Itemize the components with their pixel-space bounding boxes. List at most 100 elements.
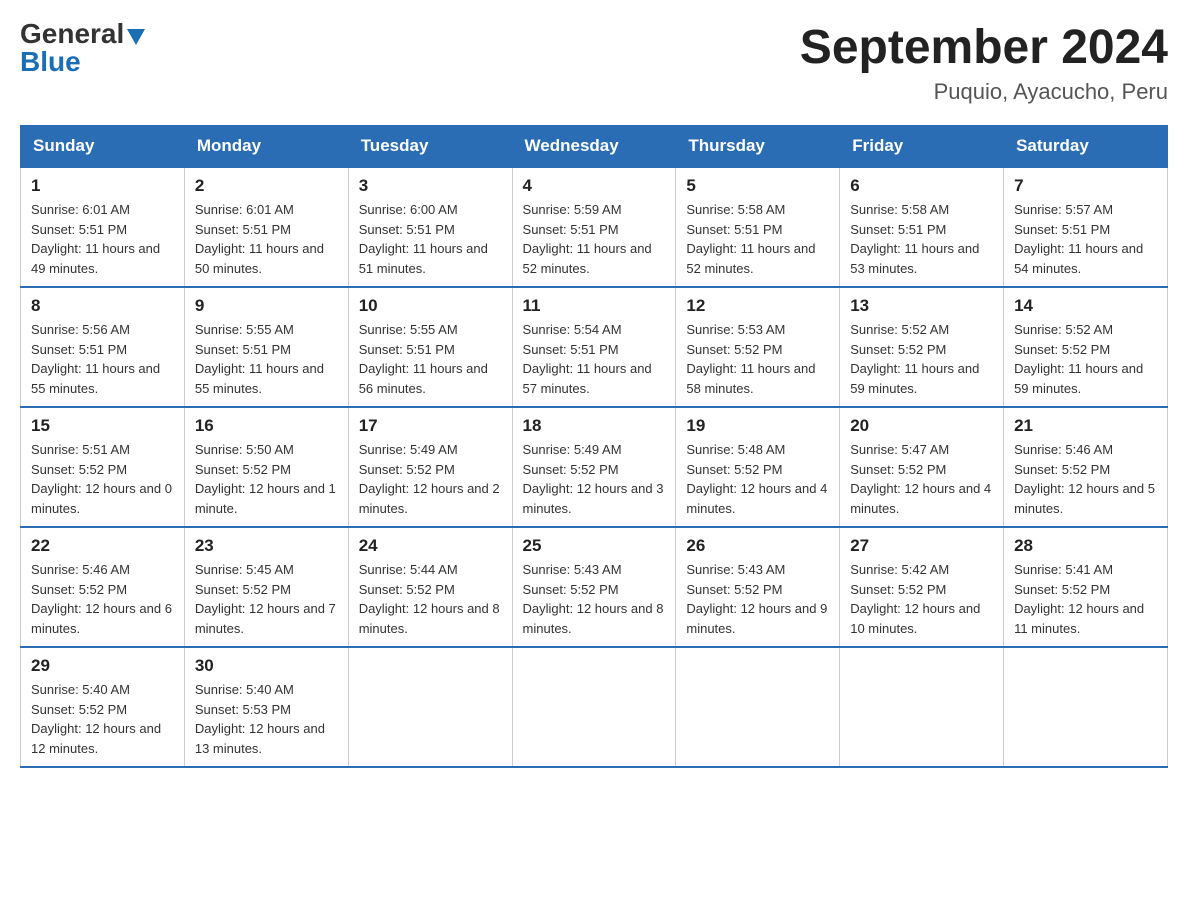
daylight-label: Daylight: 12 hours and 3 minutes. bbox=[523, 481, 664, 516]
table-row: 11 Sunrise: 5:54 AM Sunset: 5:51 PM Dayl… bbox=[512, 287, 676, 407]
title-block: September 2024 Puquio, Ayacucho, Peru bbox=[800, 20, 1168, 105]
day-info: Sunrise: 5:43 AM Sunset: 5:52 PM Dayligh… bbox=[686, 560, 829, 638]
sunset-label: Sunset: 5:51 PM bbox=[359, 342, 455, 357]
day-number: 29 bbox=[31, 656, 174, 676]
page-header: General Blue September 2024 Puquio, Ayac… bbox=[20, 20, 1168, 105]
day-number: 23 bbox=[195, 536, 338, 556]
daylight-label: Daylight: 11 hours and 57 minutes. bbox=[523, 361, 652, 396]
daylight-label: Daylight: 12 hours and 10 minutes. bbox=[850, 601, 980, 636]
day-info: Sunrise: 5:58 AM Sunset: 5:51 PM Dayligh… bbox=[686, 200, 829, 278]
day-number: 6 bbox=[850, 176, 993, 196]
day-number: 4 bbox=[523, 176, 666, 196]
daylight-label: Daylight: 12 hours and 9 minutes. bbox=[686, 601, 827, 636]
day-number: 8 bbox=[31, 296, 174, 316]
day-info: Sunrise: 5:57 AM Sunset: 5:51 PM Dayligh… bbox=[1014, 200, 1157, 278]
sunrise-label: Sunrise: 5:49 AM bbox=[523, 442, 622, 457]
day-number: 5 bbox=[686, 176, 829, 196]
daylight-label: Daylight: 12 hours and 7 minutes. bbox=[195, 601, 336, 636]
table-row: 26 Sunrise: 5:43 AM Sunset: 5:52 PM Dayl… bbox=[676, 527, 840, 647]
day-info: Sunrise: 6:01 AM Sunset: 5:51 PM Dayligh… bbox=[31, 200, 174, 278]
day-number: 26 bbox=[686, 536, 829, 556]
day-info: Sunrise: 5:40 AM Sunset: 5:53 PM Dayligh… bbox=[195, 680, 338, 758]
calendar-week-row: 29 Sunrise: 5:40 AM Sunset: 5:52 PM Dayl… bbox=[21, 647, 1168, 767]
day-info: Sunrise: 5:46 AM Sunset: 5:52 PM Dayligh… bbox=[31, 560, 174, 638]
logo-arrow-icon bbox=[127, 29, 145, 45]
calendar-week-row: 1 Sunrise: 6:01 AM Sunset: 5:51 PM Dayli… bbox=[21, 167, 1168, 287]
day-number: 3 bbox=[359, 176, 502, 196]
sunset-label: Sunset: 5:51 PM bbox=[31, 222, 127, 237]
daylight-label: Daylight: 12 hours and 8 minutes. bbox=[523, 601, 664, 636]
day-info: Sunrise: 6:00 AM Sunset: 5:51 PM Dayligh… bbox=[359, 200, 502, 278]
table-row: 4 Sunrise: 5:59 AM Sunset: 5:51 PM Dayli… bbox=[512, 167, 676, 287]
sunset-label: Sunset: 5:52 PM bbox=[31, 462, 127, 477]
table-row: 12 Sunrise: 5:53 AM Sunset: 5:52 PM Dayl… bbox=[676, 287, 840, 407]
sunset-label: Sunset: 5:52 PM bbox=[686, 582, 782, 597]
table-row: 10 Sunrise: 5:55 AM Sunset: 5:51 PM Dayl… bbox=[348, 287, 512, 407]
table-row bbox=[676, 647, 840, 767]
daylight-label: Daylight: 12 hours and 4 minutes. bbox=[850, 481, 991, 516]
logo-general-text: General bbox=[20, 20, 124, 48]
day-info: Sunrise: 5:46 AM Sunset: 5:52 PM Dayligh… bbox=[1014, 440, 1157, 518]
sunset-label: Sunset: 5:51 PM bbox=[523, 342, 619, 357]
day-info: Sunrise: 5:49 AM Sunset: 5:52 PM Dayligh… bbox=[523, 440, 666, 518]
sunrise-label: Sunrise: 6:01 AM bbox=[195, 202, 294, 217]
sunrise-label: Sunrise: 5:45 AM bbox=[195, 562, 294, 577]
day-number: 2 bbox=[195, 176, 338, 196]
logo: General Blue bbox=[20, 20, 145, 76]
day-info: Sunrise: 5:56 AM Sunset: 5:51 PM Dayligh… bbox=[31, 320, 174, 398]
sunset-label: Sunset: 5:52 PM bbox=[359, 582, 455, 597]
daylight-label: Daylight: 11 hours and 59 minutes. bbox=[1014, 361, 1143, 396]
sunrise-label: Sunrise: 5:42 AM bbox=[850, 562, 949, 577]
table-row: 15 Sunrise: 5:51 AM Sunset: 5:52 PM Dayl… bbox=[21, 407, 185, 527]
daylight-label: Daylight: 12 hours and 6 minutes. bbox=[31, 601, 172, 636]
table-row: 3 Sunrise: 6:00 AM Sunset: 5:51 PM Dayli… bbox=[348, 167, 512, 287]
sunset-label: Sunset: 5:52 PM bbox=[850, 462, 946, 477]
day-info: Sunrise: 5:48 AM Sunset: 5:52 PM Dayligh… bbox=[686, 440, 829, 518]
sunset-label: Sunset: 5:51 PM bbox=[195, 222, 291, 237]
day-info: Sunrise: 5:52 AM Sunset: 5:52 PM Dayligh… bbox=[850, 320, 993, 398]
day-info: Sunrise: 5:45 AM Sunset: 5:52 PM Dayligh… bbox=[195, 560, 338, 638]
sunrise-label: Sunrise: 5:41 AM bbox=[1014, 562, 1113, 577]
sunrise-label: Sunrise: 5:54 AM bbox=[523, 322, 622, 337]
sunset-label: Sunset: 5:52 PM bbox=[686, 462, 782, 477]
sunrise-label: Sunrise: 5:49 AM bbox=[359, 442, 458, 457]
day-number: 17 bbox=[359, 416, 502, 436]
sunset-label: Sunset: 5:51 PM bbox=[1014, 222, 1110, 237]
sunrise-label: Sunrise: 5:56 AM bbox=[31, 322, 130, 337]
table-row bbox=[512, 647, 676, 767]
col-header-thursday: Thursday bbox=[676, 126, 840, 168]
sunset-label: Sunset: 5:51 PM bbox=[523, 222, 619, 237]
col-header-monday: Monday bbox=[184, 126, 348, 168]
table-row bbox=[1004, 647, 1168, 767]
table-row: 16 Sunrise: 5:50 AM Sunset: 5:52 PM Dayl… bbox=[184, 407, 348, 527]
table-row: 6 Sunrise: 5:58 AM Sunset: 5:51 PM Dayli… bbox=[840, 167, 1004, 287]
day-info: Sunrise: 5:49 AM Sunset: 5:52 PM Dayligh… bbox=[359, 440, 502, 518]
table-row: 5 Sunrise: 5:58 AM Sunset: 5:51 PM Dayli… bbox=[676, 167, 840, 287]
sunrise-label: Sunrise: 5:51 AM bbox=[31, 442, 130, 457]
sunrise-label: Sunrise: 5:44 AM bbox=[359, 562, 458, 577]
sunrise-label: Sunrise: 5:57 AM bbox=[1014, 202, 1113, 217]
day-number: 18 bbox=[523, 416, 666, 436]
sunrise-label: Sunrise: 5:58 AM bbox=[850, 202, 949, 217]
day-number: 22 bbox=[31, 536, 174, 556]
sunrise-label: Sunrise: 5:43 AM bbox=[523, 562, 622, 577]
daylight-label: Daylight: 12 hours and 8 minutes. bbox=[359, 601, 500, 636]
day-number: 13 bbox=[850, 296, 993, 316]
table-row: 8 Sunrise: 5:56 AM Sunset: 5:51 PM Dayli… bbox=[21, 287, 185, 407]
day-number: 27 bbox=[850, 536, 993, 556]
sunrise-label: Sunrise: 5:47 AM bbox=[850, 442, 949, 457]
month-title: September 2024 bbox=[800, 20, 1168, 75]
sunrise-label: Sunrise: 5:43 AM bbox=[686, 562, 785, 577]
sunrise-label: Sunrise: 5:50 AM bbox=[195, 442, 294, 457]
day-number: 16 bbox=[195, 416, 338, 436]
day-number: 11 bbox=[523, 296, 666, 316]
location-title: Puquio, Ayacucho, Peru bbox=[800, 79, 1168, 105]
table-row: 17 Sunrise: 5:49 AM Sunset: 5:52 PM Dayl… bbox=[348, 407, 512, 527]
day-info: Sunrise: 5:53 AM Sunset: 5:52 PM Dayligh… bbox=[686, 320, 829, 398]
table-row: 25 Sunrise: 5:43 AM Sunset: 5:52 PM Dayl… bbox=[512, 527, 676, 647]
table-row: 1 Sunrise: 6:01 AM Sunset: 5:51 PM Dayli… bbox=[21, 167, 185, 287]
sunset-label: Sunset: 5:52 PM bbox=[1014, 582, 1110, 597]
table-row bbox=[840, 647, 1004, 767]
daylight-label: Daylight: 11 hours and 50 minutes. bbox=[195, 241, 324, 276]
table-row: 24 Sunrise: 5:44 AM Sunset: 5:52 PM Dayl… bbox=[348, 527, 512, 647]
